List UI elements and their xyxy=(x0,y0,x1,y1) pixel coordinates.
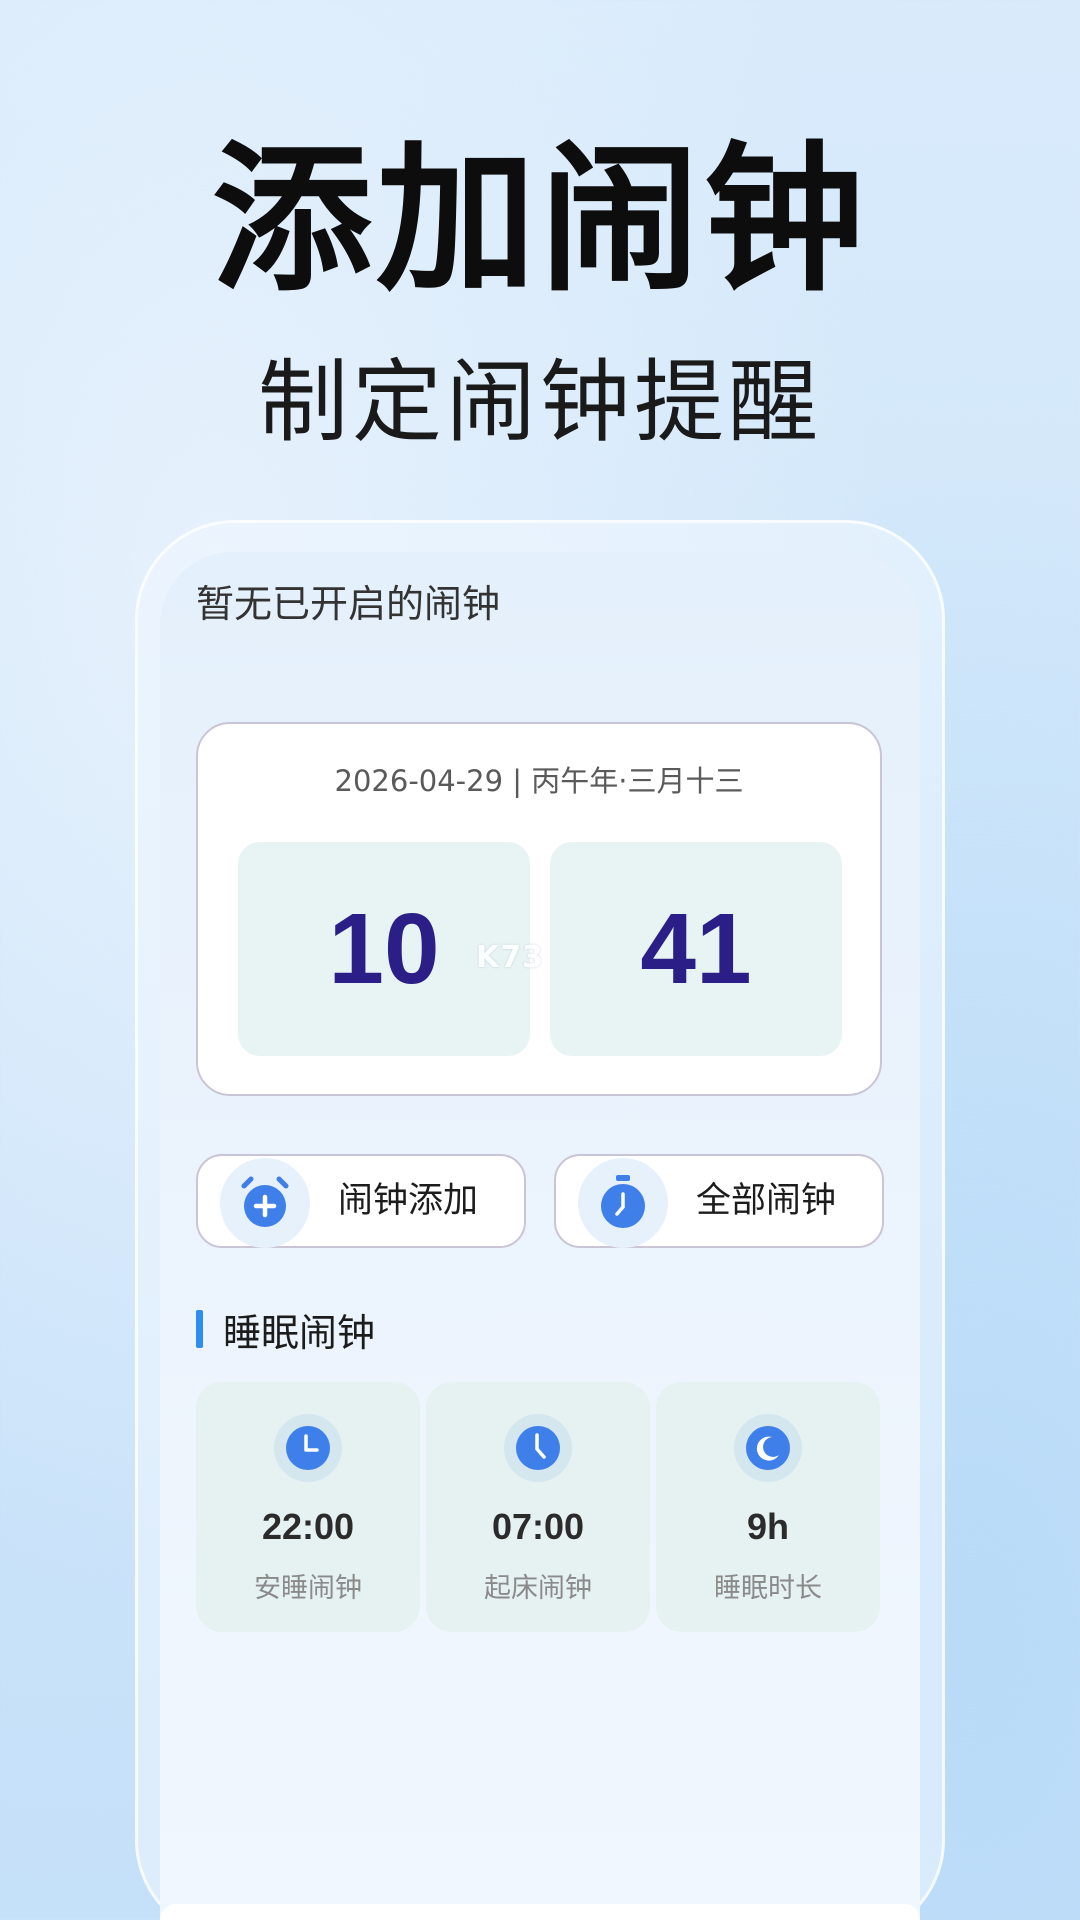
add-alarm-button[interactable]: 闹钟添加 xyxy=(196,1154,526,1248)
sleep-duration-label: 睡眠时长 xyxy=(714,1573,822,1604)
bedtime-label: 安睡闹钟 xyxy=(254,1573,362,1604)
clock-card: 2026-04-29 | 丙午年·三月十三 10 41 xyxy=(196,722,882,1096)
clock-minute: 41 xyxy=(550,842,842,1056)
alarm-add-icon xyxy=(220,1158,310,1248)
alarm-status-text: 暂无已开启的闹钟 xyxy=(196,582,501,626)
add-alarm-label: 闹钟添加 xyxy=(338,1181,479,1221)
bedtime-value: 22:00 xyxy=(261,1506,355,1547)
stopwatch-icon xyxy=(578,1158,668,1248)
sleep-section-title: 睡眠闹钟 xyxy=(196,1304,376,1355)
wakeup-label: 起床闹钟 xyxy=(484,1573,592,1604)
sleep-duration-value: 9h xyxy=(746,1506,789,1547)
section-accent-bar xyxy=(196,1310,203,1348)
sleep-section-label: 睡眠闹钟 xyxy=(223,1310,376,1355)
clock-icon xyxy=(274,1414,342,1482)
all-alarms-button[interactable]: 全部闹钟 xyxy=(554,1154,884,1248)
wakeup-value: 07:00 xyxy=(491,1506,585,1547)
bottom-panel-edge xyxy=(160,1904,920,1920)
watermark-logo: K73 xyxy=(476,940,544,975)
bedtime-alarm-card[interactable]: 22:00 安睡闹钟 xyxy=(196,1382,420,1632)
moon-icon xyxy=(734,1414,802,1482)
clock-date: 2026-04-29 | 丙午年·三月十三 xyxy=(334,764,744,798)
all-alarms-label: 全部闹钟 xyxy=(696,1181,837,1221)
sleep-duration-card[interactable]: 9h 睡眠时长 xyxy=(656,1382,880,1632)
clock-icon xyxy=(504,1414,572,1482)
promo-subline: 制定闹钟提醒 xyxy=(258,350,822,455)
wakeup-alarm-card[interactable]: 07:00 起床闹钟 xyxy=(426,1382,650,1632)
promo-headline: 添加闹钟 xyxy=(211,126,868,313)
